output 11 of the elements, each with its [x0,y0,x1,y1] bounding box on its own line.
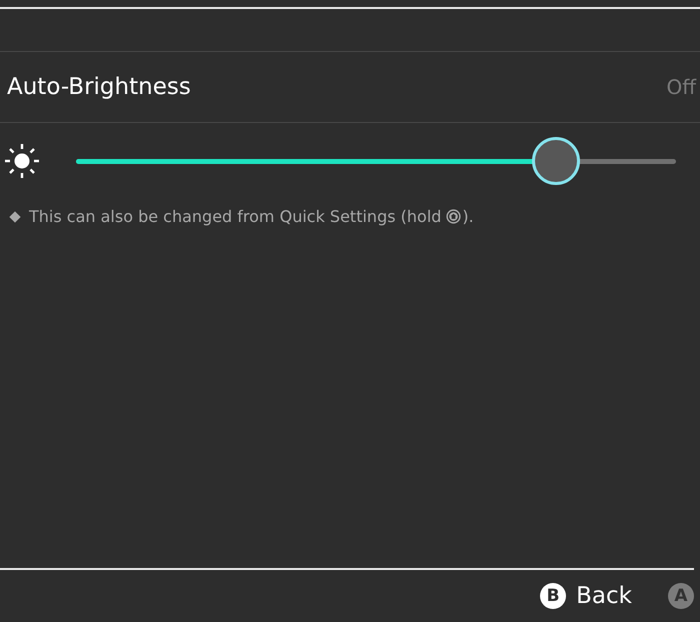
note-text: This can also be changed from Quick Settings (hold [29,207,442,226]
note-text: ). [462,207,474,226]
sun-icon [4,143,40,179]
slider-track[interactable] [76,158,676,164]
setting-label: Auto-Brightness [7,74,191,100]
slider-thumb[interactable] [532,137,580,185]
button-key-icon: B [540,583,566,609]
footer-button[interactable]: B Back [540,583,632,609]
home-button-icon [446,209,462,224]
setting-value: Off [666,75,696,99]
bullet-icon [9,210,21,222]
